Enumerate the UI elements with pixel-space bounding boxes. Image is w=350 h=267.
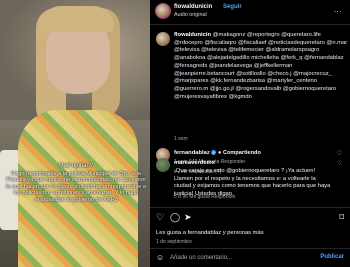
comment-share-label: ● Compartiendo xyxy=(218,150,261,157)
instagram-post-view: Qué opinan? Hago responsable a la policí… xyxy=(0,0,350,267)
video-caption-body: Hago responsable a la policía Municipal … xyxy=(6,170,146,203)
video-hair xyxy=(40,6,114,32)
add-comment-bar: ☺ Añade un comentario... Publicar xyxy=(150,248,350,267)
reel-video[interactable]: Qué opinan? Hago responsable a la policí… xyxy=(0,0,150,267)
caption-text: flowaldunicin @makagonz @reportegro @que… xyxy=(174,32,348,101)
comment-like-heart-icon[interactable]: ♡ xyxy=(337,160,342,167)
comment-username[interactable]: mareaverdemx xyxy=(174,160,215,166)
comment-meta[interactable]: 5 d 96 Me gusta Responder xyxy=(174,194,236,200)
likes-summary[interactable]: Les gusta a fernandablaz y personas más xyxy=(156,230,264,236)
send-icon[interactable]: ➤ xyxy=(184,212,192,223)
caption-body: @makagonz @reportegro @queretaro.life @r… xyxy=(174,32,348,100)
emoji-icon[interactable]: ☺ xyxy=(156,253,164,262)
post-date: 1 de septiembre xyxy=(156,239,192,245)
comment-username-text[interactable]: fernandablaz xyxy=(174,150,210,156)
comment-share-text: Compartiendo xyxy=(222,150,261,157)
audio-label[interactable]: Audio original xyxy=(174,12,207,18)
avatar[interactable] xyxy=(156,4,170,18)
post-header: flowaldunicin Seguir Audio original ... xyxy=(150,0,350,22)
comment-input[interactable]: Añade un comentario... xyxy=(170,255,232,261)
post-actions: ♡ ◯ ➤ ⌑ xyxy=(156,212,344,224)
header-username[interactable]: flowaldunicin xyxy=(174,4,212,10)
caption-timestamp: 1 sem xyxy=(174,136,188,142)
divider xyxy=(150,24,350,25)
post-panel: flowaldunicin Seguir Audio original ... … xyxy=(150,0,350,267)
video-caption: Qué opinan? Hago responsable a la policí… xyxy=(6,163,146,204)
verified-badge-icon: ✓ xyxy=(211,150,217,155)
comment-icon[interactable]: ◯ xyxy=(170,212,180,223)
divider xyxy=(150,207,350,208)
heart-icon[interactable]: ♡ xyxy=(156,212,164,223)
more-options-icon[interactable]: ... xyxy=(334,5,342,14)
avatar[interactable] xyxy=(156,158,170,172)
video-caption-header: Qué opinan? xyxy=(58,163,94,169)
comment-username[interactable]: fernandablaz ✓ ● Compartiendo xyxy=(174,150,261,156)
bookmark-icon[interactable]: ⌑ xyxy=(339,212,344,223)
follow-button[interactable]: Seguir xyxy=(223,4,242,10)
comment-like-heart-icon[interactable]: ♡ xyxy=(337,150,342,157)
caption-username[interactable]: flowaldunicin xyxy=(174,32,211,38)
publish-button[interactable]: Publicar xyxy=(320,254,344,260)
avatar[interactable] xyxy=(156,32,170,46)
